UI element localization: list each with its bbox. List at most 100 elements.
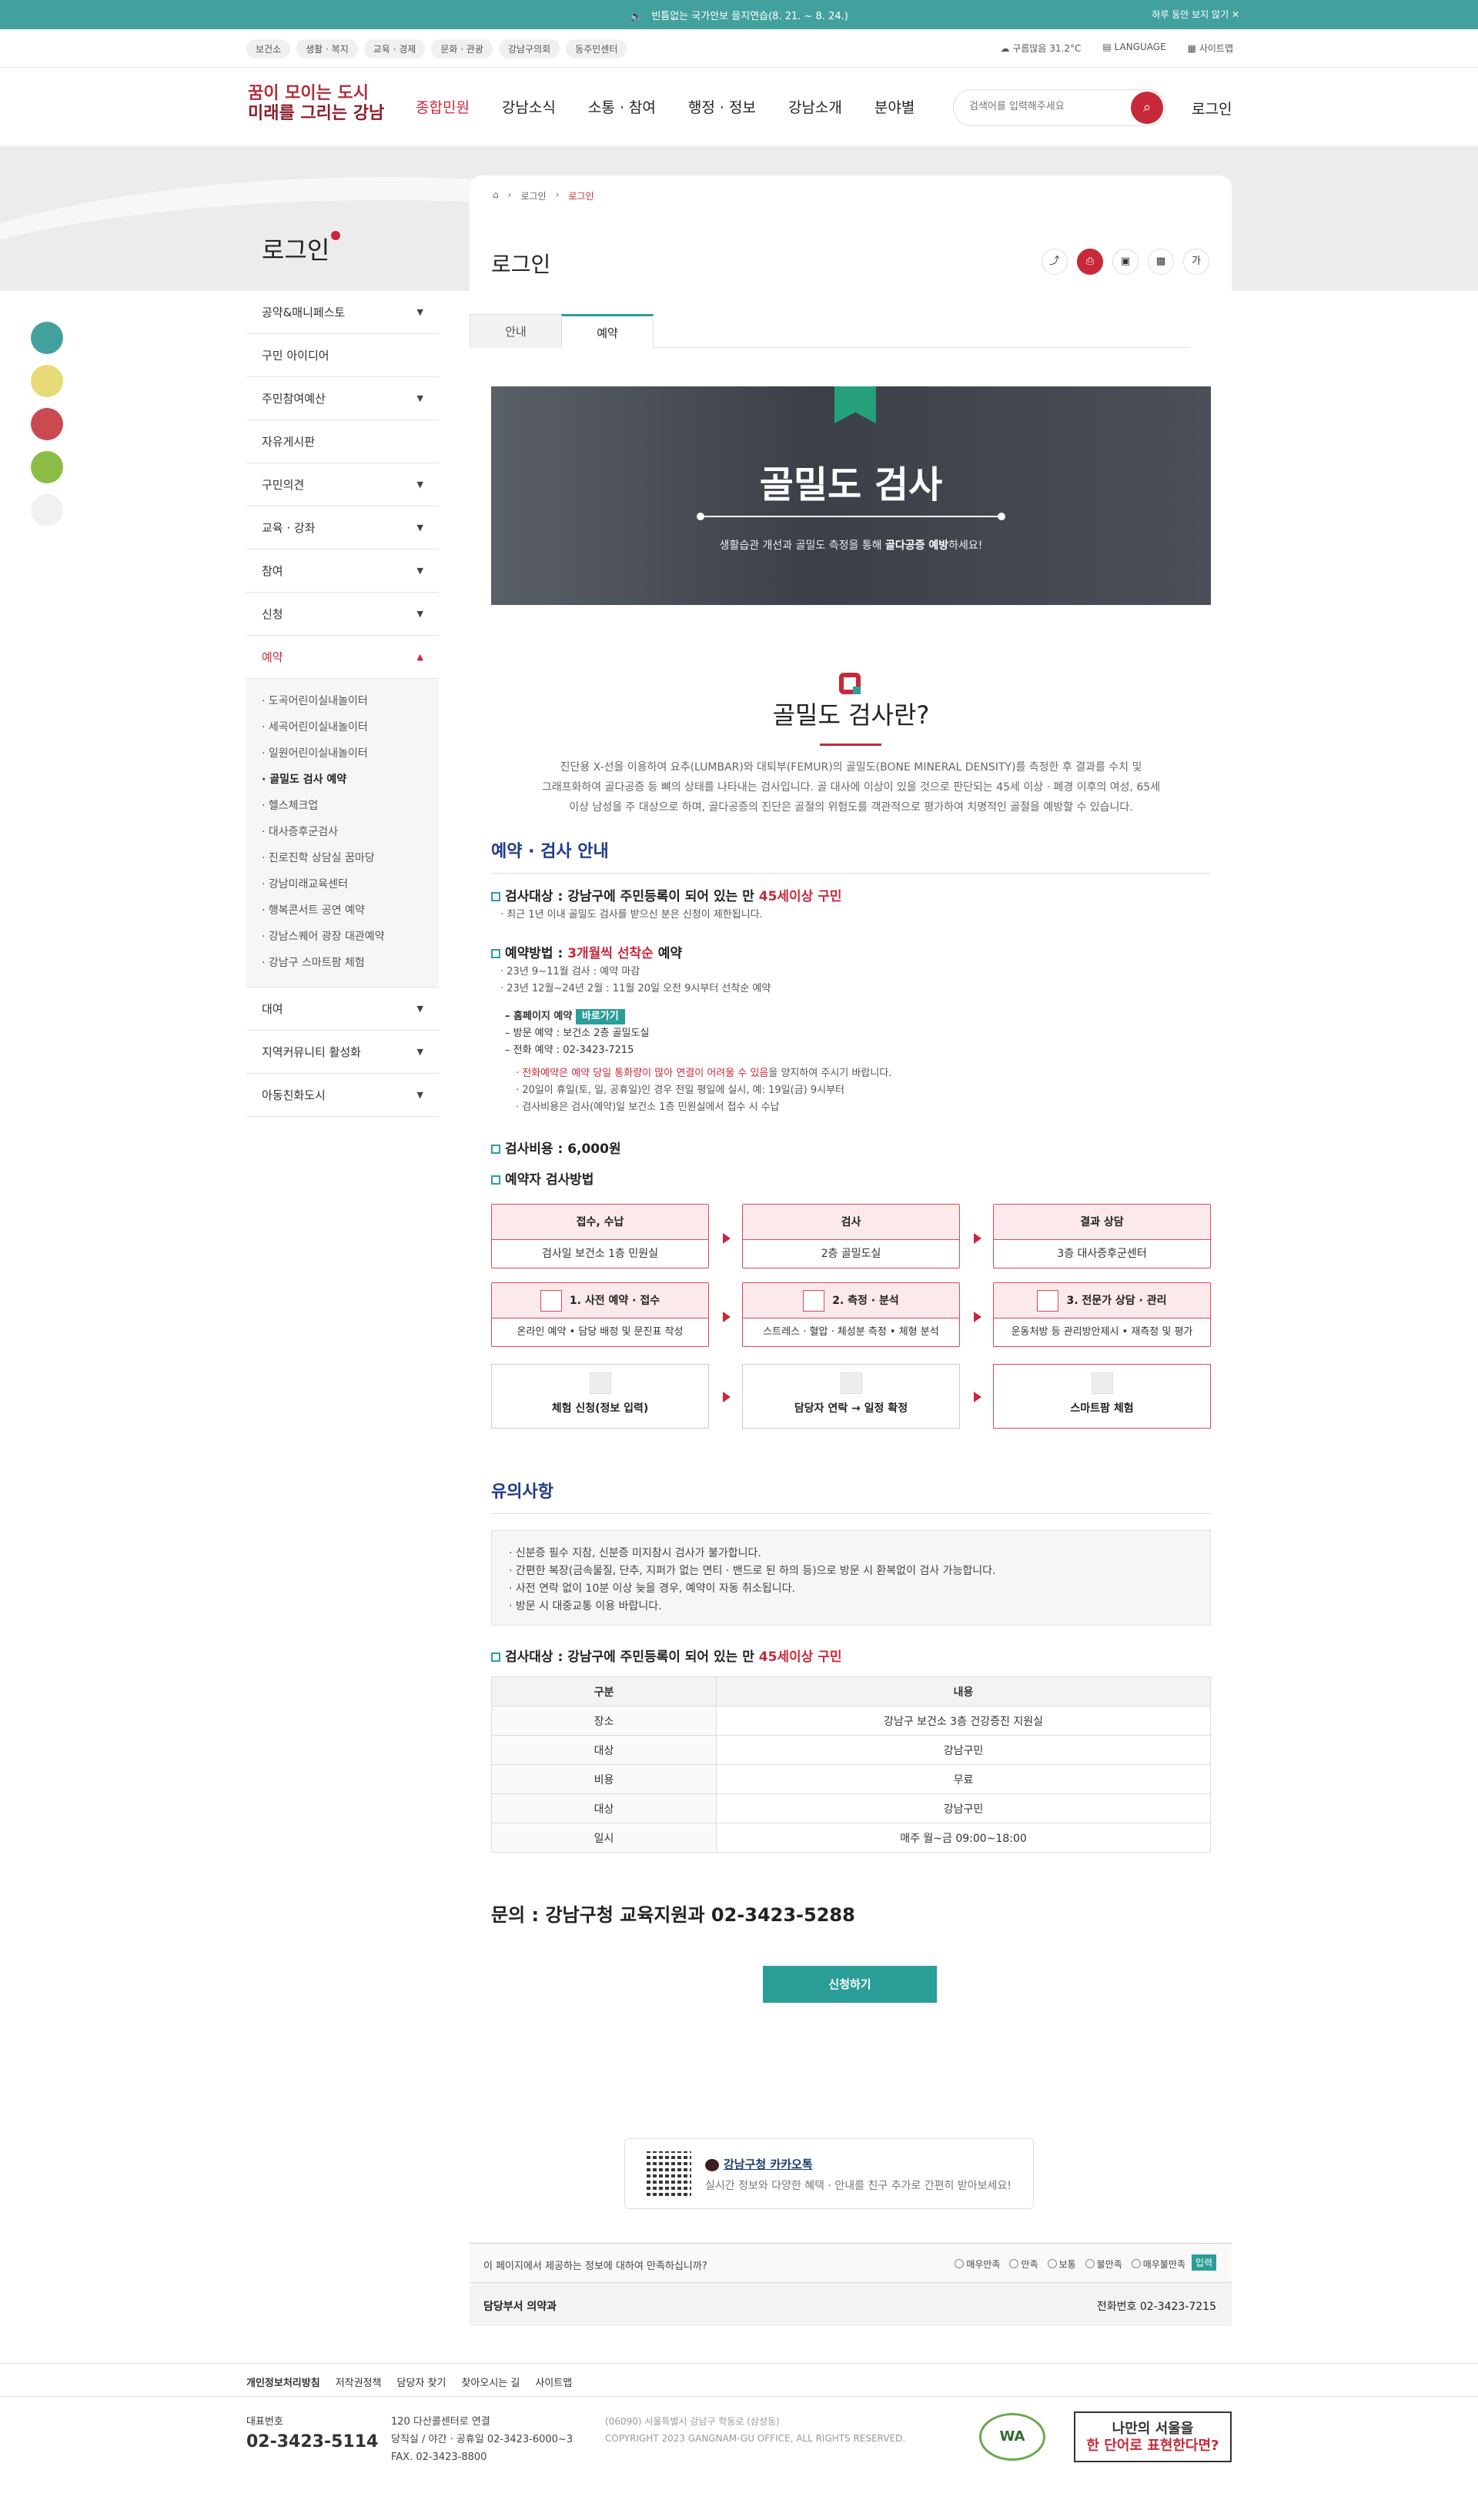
about-title: 골밀도 검사란? — [772, 700, 930, 730]
utility-bar: 대표 홈페이지 보건소 생활 · 복지 교육 · 경제 문화 · 관광 강남구의… — [0, 29, 1478, 441]
submenu-item[interactable]: · 행복콘서트 공연 예약 — [246, 897, 439, 924]
home-icon[interactable]: ⌂ — [493, 189, 499, 202]
submenu-item-active[interactable]: · 골밀도 검사 예약 — [246, 767, 439, 793]
sidebar-item-manifesto[interactable]: 공약&매니페스토 ▼ — [246, 291, 439, 334]
chip-health[interactable]: 보건소 — [246, 39, 291, 58]
sidebar-item-child[interactable]: 아동친화도시 ▼ — [246, 1074, 439, 1117]
sidebar-item-community[interactable]: 지역커뮤니티 활성화 ▼ — [246, 1031, 439, 1074]
apply-button[interactable]: 신청하기 — [763, 1966, 937, 2003]
arrow-down-icon: ▼ — [416, 393, 423, 403]
kakao-link[interactable]: 강남구청 카카오톡 — [705, 2156, 813, 2172]
sidebar-item-reservation[interactable]: 예약 ▲ — [246, 636, 439, 679]
radio-neutral[interactable]: 보통 — [1048, 2258, 1076, 2271]
chip-edu[interactable]: 교육 · 경제 — [363, 39, 426, 58]
tab-reservation[interactable]: 예약 — [561, 314, 654, 349]
footer-link-sitemap[interactable]: 사이트맵 — [535, 2375, 572, 2389]
theme-green-dot[interactable] — [31, 451, 63, 483]
nav-news[interactable]: 강남소식 — [502, 96, 556, 117]
submenu-item[interactable]: · 강남미래교육센터 — [246, 871, 439, 897]
submenu-item[interactable]: · 진로진학 상담실 꿈마당 — [246, 845, 439, 871]
sitemap-link[interactable]: ▦ 사이트맵 — [1188, 42, 1233, 55]
qr-icon[interactable]: ▩ — [1148, 249, 1174, 275]
sidebar-item-idea[interactable]: 구민 아이디어 — [246, 334, 439, 377]
kakao-desc: 실시간 정보와 다양한 혜택 · 안내를 친구 추가로 간편히 받아보세요! — [705, 2180, 1012, 2192]
arrow-right-icon — [974, 1392, 981, 1402]
submenu-item[interactable]: · 대사증후군검사 — [246, 819, 439, 845]
homepage-reserve-button[interactable]: 바로가기 — [575, 1009, 625, 1024]
tab-info[interactable]: 안내 — [470, 314, 562, 348]
radio-dissatisfied[interactable]: 불만족 — [1085, 2258, 1122, 2271]
table-header: 구분 내용 — [491, 1676, 1211, 1706]
nav-about[interactable]: 강남소개 — [788, 96, 842, 117]
header: 꿈이 모이는 도시 미래를 그리는 강남 종합민원 강남소식 소통 · 참여 행… — [0, 69, 1478, 145]
nav-field[interactable]: 분야별 — [874, 96, 915, 117]
flow2-step-3: 3. 전문가 상담 · 관리 운동처방 등 관리방안제시 • 재측정 및 평가 — [993, 1282, 1211, 1347]
nav-participate[interactable]: 소통 · 참여 — [588, 96, 656, 117]
nav-civil[interactable]: 종합민원 — [416, 96, 470, 117]
footer-link-directions[interactable]: 찾아오시는 길 — [461, 2375, 520, 2389]
survey-submit-button[interactable]: 입력 — [1191, 2254, 1216, 2271]
chip-dong[interactable]: 동주민센터 — [566, 39, 627, 58]
sidebar-item-join[interactable]: 참여 ▼ — [246, 550, 439, 593]
notice-message[interactable]: 🔈 빈틈없는 국가안보 을지연습(8. 21. ~ 8. 24.) — [0, 8, 1478, 22]
sidebar-item-opinion[interactable]: 구민의견 ▼ — [246, 463, 439, 506]
radio-satisfied[interactable]: 만족 — [1009, 2258, 1038, 2271]
theme-red-dot[interactable] — [31, 408, 63, 440]
search-input[interactable] — [969, 101, 1123, 112]
theme-gray-dot[interactable] — [31, 494, 63, 526]
qr-code-icon — [647, 2151, 691, 2196]
submenu-item[interactable]: · 강남구 스마트팜 체험 — [246, 950, 439, 976]
close-today-button[interactable]: 하루 동안 보지 않기 ✕ — [1152, 8, 1239, 21]
main-nav: 종합민원 강남소식 소통 · 참여 행정 · 정보 강남소개 분야별 — [416, 96, 915, 117]
capture-icon[interactable]: ▣ — [1112, 249, 1139, 275]
flow-step-result: 결과 상담 3층 대사증후군센터 — [993, 1204, 1211, 1268]
print-icon[interactable]: ⎙ — [1077, 249, 1103, 275]
search-box: ⌕ — [953, 89, 1165, 126]
crumb-current[interactable]: 로그인 — [568, 189, 594, 202]
chip-culture[interactable]: 문화 · 관광 — [431, 39, 493, 58]
chip-welfare[interactable]: 생활 · 복지 — [296, 39, 358, 58]
nav-admin[interactable]: 행정 · 정보 — [688, 96, 756, 117]
submenu-item[interactable]: · 일원어린이실내놀이터 — [246, 740, 439, 767]
sidebar: 공약&매니페스토 ▼ 구민 아이디어 주민참여예산 ▼ 자유게시판 구민의견 ▼ 교육… — [246, 291, 439, 1117]
submenu-item[interactable]: · 도곡어린이실내놀이터 — [246, 688, 439, 714]
medical-cross-icon — [839, 673, 861, 694]
method-sublist: – 홈페이지 예약 바로가기 – 방문 예약 : 보건소 2층 골밀도실 – 전… — [505, 1009, 650, 1056]
arrow-right-icon — [723, 1233, 731, 1244]
speaker-icon: 🔈 — [630, 11, 643, 22]
target2-heading: 검사대상 : 강남구에 주민등록이 되어 있는 만 45세이상 구민 — [491, 1646, 842, 1665]
sitemap-icon: ▦ — [1187, 43, 1196, 54]
footer-link-staff[interactable]: 담당자 찾기 — [397, 2375, 446, 2389]
share-icon[interactable]: ⤴ — [1042, 249, 1068, 275]
arrow-down-icon: ▼ — [416, 1047, 423, 1057]
sidebar-item-board[interactable]: 자유게시판 — [246, 420, 439, 463]
footer-link-privacy[interactable]: 개인정보처리방침 — [246, 2375, 320, 2389]
sidebar-item-budget[interactable]: 주민참여예산 ▼ — [246, 377, 439, 420]
submenu-item[interactable]: · 강남스퀘어 광장 대관예약 — [246, 924, 439, 950]
sidebar-item-rental[interactable]: 대여 ▼ — [246, 988, 439, 1031]
table-row: 대상 강남구민 — [491, 1735, 1211, 1765]
kakao-channel-box: 강남구청 카카오톡 실시간 정보와 다양한 혜택 · 안내를 친구 추가로 간편… — [624, 2138, 1034, 2209]
flow3-step-1: 체험 신청(정보 입력) — [491, 1364, 709, 1429]
sidebar-item-apply[interactable]: 신청 ▼ — [246, 593, 439, 636]
radio-very-satisfied[interactable]: 매우만족 — [955, 2258, 1000, 2271]
seoul-banner[interactable]: 나만의 서울을 한 단어로 표현한다면? — [1074, 2411, 1232, 2462]
logo[interactable]: 꿈이 모이는 도시 미래를 그리는 강남 — [248, 84, 384, 124]
theme-yellow-dot[interactable] — [31, 365, 63, 397]
table-row: 장소 강남구 보건소 3층 건강증진 지원실 — [491, 1706, 1211, 1736]
chip-council[interactable]: 강남구의회 — [498, 39, 560, 58]
login-link[interactable]: 로그인 — [1192, 98, 1232, 119]
font-size-button[interactable]: 가 — [1183, 249, 1209, 275]
sidebar-item-education[interactable]: 교육 · 강좌 ▼ — [246, 506, 439, 550]
arrow-down-icon: ▼ — [416, 609, 423, 619]
footer-link-copyright[interactable]: 저작권정책 — [336, 2375, 382, 2389]
submenu-item[interactable]: · 세곡어린이실내놀이터 — [246, 714, 439, 740]
crumb-1[interactable]: 로그인 — [520, 189, 546, 202]
kakao-talk-icon — [705, 2158, 719, 2171]
submenu-item[interactable]: · 헬스체크업 — [246, 793, 439, 819]
theme-teal-dot[interactable] — [31, 322, 63, 354]
target-heading: 검사대상 : 강남구에 주민등록이 되어 있는 만 45세이상 구민 — [491, 885, 842, 904]
search-button[interactable]: ⌕ — [1131, 92, 1163, 124]
radio-very-dissatisfied[interactable]: 매우불만족 — [1132, 2258, 1185, 2271]
language-link[interactable]: ▤ LANGUAGE — [1102, 42, 1165, 55]
